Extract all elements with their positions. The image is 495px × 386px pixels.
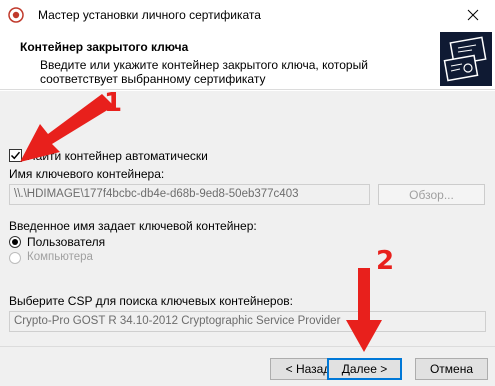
page-subtitle: Введите или укажите контейнер закрытого … <box>40 58 368 86</box>
page-title: Контейнер закрытого ключа <box>20 40 189 54</box>
radio-user-label[interactable]: Пользователя <box>27 235 105 249</box>
radio-user[interactable] <box>9 236 21 248</box>
step-number-1: 1 <box>104 88 123 118</box>
title-bar: Мастер установки личного сертификата <box>0 0 495 30</box>
cancel-button[interactable]: Отмена <box>415 358 488 380</box>
csp-label: Выберите CSP для поиска ключевых контейн… <box>9 294 293 308</box>
certificate-icon <box>440 32 492 86</box>
csp-select[interactable]: Crypto-Pro GOST R 34.10-2012 Cryptograph… <box>9 311 486 332</box>
arrow-annotation-2 <box>346 268 382 352</box>
container-label: Имя ключевого контейнера: <box>9 167 165 181</box>
radio-selected-dot <box>12 239 18 245</box>
app-icon <box>8 7 24 23</box>
wizard-header: Контейнер закрытого ключа Введите или ук… <box>0 30 495 90</box>
next-button[interactable]: Далее > <box>327 358 402 380</box>
step-number-2: 2 <box>376 246 395 276</box>
close-button[interactable] <box>450 0 495 30</box>
close-icon <box>467 9 478 21</box>
container-name-field[interactable]: \\.\HDIMAGE\177f4bcbc-db4e-d68b-9ed8-50e… <box>9 184 370 205</box>
browse-button[interactable]: Обзор... <box>378 184 485 205</box>
window-title: Мастер установки личного сертификата <box>38 8 261 22</box>
key-source-label: Введенное имя задает ключевой контейнер: <box>9 219 257 233</box>
radio-computer-label[interactable]: Компьютера <box>27 251 93 263</box>
radio-computer[interactable] <box>9 252 21 264</box>
arrow-annotation-1 <box>20 94 114 162</box>
